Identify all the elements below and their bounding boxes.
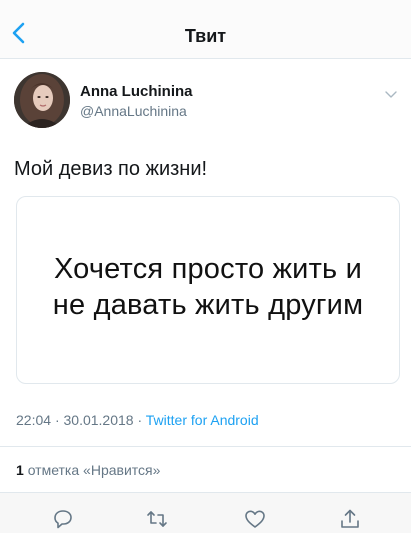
- avatar-image: [14, 72, 70, 128]
- page-title: Твит: [184, 26, 227, 46]
- retweet-icon: [147, 511, 167, 527]
- tweet-screen: Твит Anna Luchinina @AnnaLuchinina Мой д…: [0, 0, 411, 533]
- tweet-source-link[interactable]: Twitter for Android: [146, 412, 259, 428]
- author-handle[interactable]: @AnnaLuchinina: [80, 103, 187, 119]
- heart-icon: [245, 510, 265, 528]
- avatar[interactable]: [14, 72, 70, 128]
- reply-button[interactable]: [51, 507, 75, 531]
- tweet-time: 22:04: [16, 412, 52, 428]
- tweet-menu-button[interactable]: [383, 86, 399, 102]
- like-label: отметка «Нравится»: [27, 462, 161, 478]
- tweet-meta: 22:04 · 30.01.2018 · Twitter for Android: [16, 412, 259, 428]
- tweet-image[interactable]: Хочется просто жить и не давать жить дру…: [16, 196, 400, 384]
- image-text-line-2: не давать жить другим: [52, 289, 364, 321]
- share-button[interactable]: [338, 507, 362, 531]
- tweet-date: 30.01.2018: [63, 412, 134, 428]
- meta-separator: ·: [137, 412, 143, 428]
- reply-icon: [54, 510, 72, 529]
- image-text-line-1: Хочется просто жить и: [53, 253, 363, 285]
- retweet-button[interactable]: [145, 507, 169, 531]
- tweet-text: Мой девиз по жизни!: [14, 158, 208, 180]
- like-count: 1: [16, 462, 24, 478]
- likes-summary[interactable]: 1 отметка «Нравится»: [16, 462, 160, 478]
- divider: [0, 446, 411, 447]
- meta-separator: ·: [54, 412, 60, 428]
- share-icon: [341, 509, 359, 528]
- chevron-down-icon: [385, 91, 397, 98]
- top-bar: Твит: [0, 0, 411, 59]
- author-row: Anna Luchinina @AnnaLuchinina: [14, 72, 399, 130]
- action-bar: [0, 493, 411, 533]
- like-button[interactable]: [243, 507, 267, 531]
- author-name[interactable]: Anna Luchinina: [80, 83, 193, 100]
